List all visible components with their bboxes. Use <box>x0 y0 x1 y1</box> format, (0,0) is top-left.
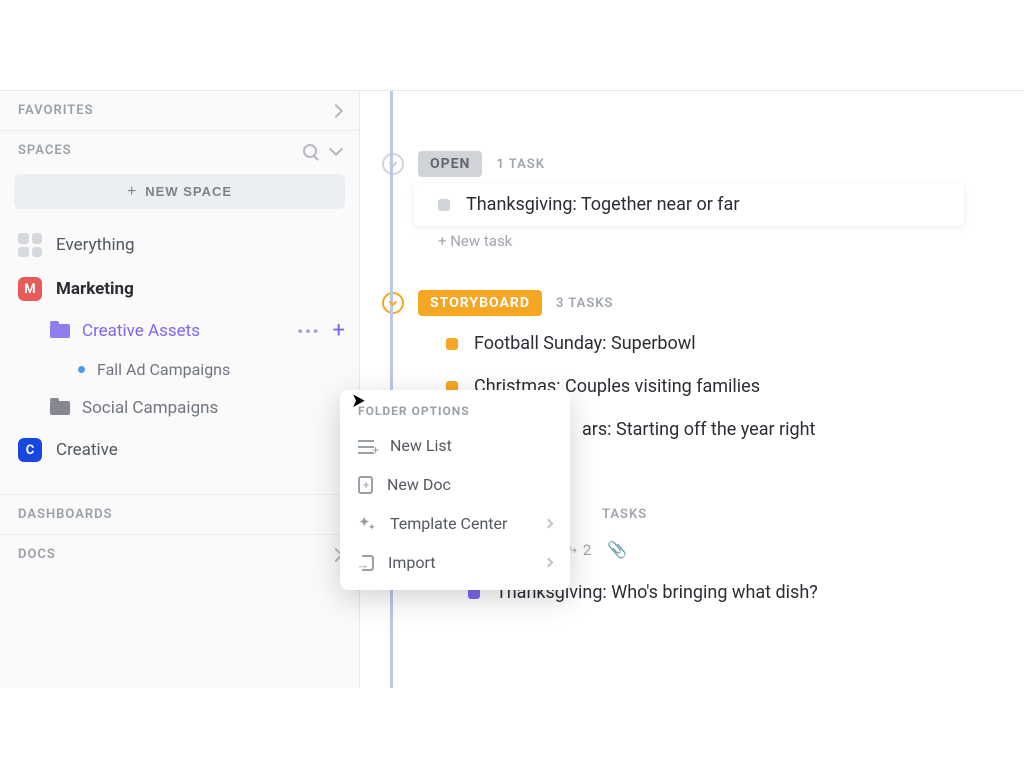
sidebar-item-everything[interactable]: Everything <box>0 223 359 267</box>
sidebar-item-marketing[interactable]: M Marketing <box>0 267 359 311</box>
subtask-count[interactable]: ⤷ 2 <box>570 541 592 559</box>
new-list-icon: + <box>358 437 376 455</box>
fall-campaigns-label: Fall Ad Campaigns <box>97 360 230 379</box>
new-doc-label: New Doc <box>387 475 451 494</box>
collapse-toggle-open[interactable] <box>382 153 404 175</box>
new-list-label: New List <box>390 436 452 455</box>
docs-header[interactable]: DOCS <box>0 534 359 574</box>
spaces-label: SPACES <box>18 143 72 158</box>
menu-item-import[interactable]: Import <box>340 543 570 582</box>
everything-label: Everything <box>56 235 135 255</box>
status-section-open: OPEN 1 TASK Thanksgiving: Together near … <box>422 145 1024 256</box>
grid-icon <box>18 233 42 257</box>
template-center-icon <box>358 515 376 533</box>
import-label: Import <box>388 553 436 572</box>
new-space-button[interactable]: + NEW SPACE <box>14 174 345 209</box>
folder-more-icon[interactable]: ••• <box>297 322 320 341</box>
template-center-label: Template Center <box>390 514 507 533</box>
folder-icon <box>50 401 70 415</box>
task-title-partial: ars: Starting off the year right <box>582 419 815 440</box>
chevron-right-icon <box>544 519 554 529</box>
status-square-icon[interactable] <box>438 199 450 211</box>
folder-options-menu: FOLDER OPTIONS + New List New Doc Templa… <box>340 390 570 590</box>
new-space-label: NEW SPACE <box>145 184 232 199</box>
chevron-right-icon <box>329 103 343 117</box>
status-square-icon[interactable] <box>446 338 458 350</box>
menu-title: FOLDER OPTIONS <box>340 404 570 426</box>
space-badge-creative: C <box>18 438 42 462</box>
sidebar-item-creative[interactable]: C Creative <box>0 428 359 472</box>
collapse-toggle-storyboard[interactable] <box>382 292 404 314</box>
task-count-hidden: TASKS <box>602 507 647 522</box>
list-dot-icon <box>78 366 85 373</box>
new-doc-icon <box>358 476 373 494</box>
search-icon[interactable] <box>303 144 317 158</box>
sidebar: FAVORITES SPACES + NEW SPACE Everything … <box>0 91 360 688</box>
marketing-label: Marketing <box>56 279 134 299</box>
chevron-right-icon <box>544 558 554 568</box>
attachment-icon[interactable]: 📎 <box>607 540 627 559</box>
cursor-icon: ➤ <box>351 388 365 412</box>
import-icon <box>362 555 374 571</box>
status-pill-storyboard[interactable]: STORYBOARD <box>418 290 542 316</box>
dashboards-header[interactable]: DASHBOARDS <box>0 494 359 534</box>
social-campaigns-label: Social Campaigns <box>82 398 218 418</box>
menu-item-new-list[interactable]: + New List <box>340 426 570 465</box>
task-row[interactable]: Football Sunday: Superbowl <box>422 322 1024 365</box>
status-pill-open[interactable]: OPEN <box>418 151 482 177</box>
menu-item-new-doc[interactable]: New Doc <box>340 465 570 504</box>
task-title: Football Sunday: Superbowl <box>474 333 696 354</box>
creative-assets-label: Creative Assets <box>82 321 200 341</box>
space-badge-marketing: M <box>18 277 42 301</box>
new-task-button[interactable]: + New task <box>422 226 1024 256</box>
favorites-label: FAVORITES <box>18 103 94 118</box>
list-fall-ad-campaigns[interactable]: Fall Ad Campaigns <box>0 351 359 388</box>
folder-social-campaigns[interactable]: Social Campaigns <box>0 388 359 428</box>
menu-item-template-center[interactable]: Template Center <box>340 504 570 543</box>
task-count-storyboard: 3 TASKS <box>556 296 613 311</box>
dashboards-label: DASHBOARDS <box>18 507 113 522</box>
task-title: Thanksgiving: Together near or far <box>466 194 739 215</box>
task-row[interactable]: Thanksgiving: Together near or far <box>414 183 964 226</box>
spaces-header[interactable]: SPACES <box>0 130 359 170</box>
docs-label: DOCS <box>18 547 56 562</box>
folder-icon <box>50 324 70 338</box>
folder-creative-assets[interactable]: Creative Assets ••• + <box>0 311 359 351</box>
chevron-down-icon[interactable] <box>329 142 343 156</box>
favorites-header[interactable]: FAVORITES <box>0 91 359 130</box>
creative-label: Creative <box>56 440 118 460</box>
task-count-open: 1 TASK <box>496 157 545 172</box>
